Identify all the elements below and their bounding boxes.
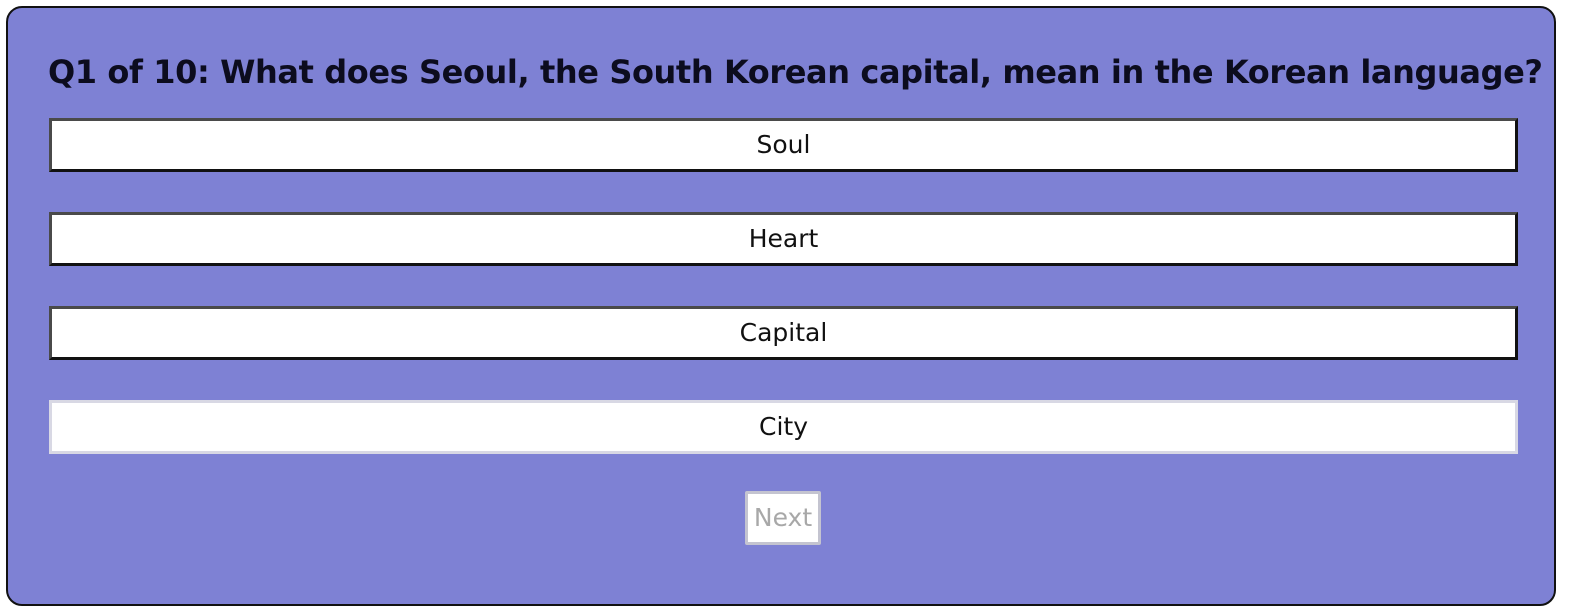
answer-options: Soul Heart Capital City [49,118,1518,494]
question-heading: Q1 of 10: What does Seoul, the South Kor… [48,53,1543,91]
answer-option-soul[interactable]: Soul [49,118,1518,172]
next-button[interactable]: Next [745,491,821,545]
answer-option-heart[interactable]: Heart [49,212,1518,266]
quiz-card: Q1 of 10: What does Seoul, the South Kor… [6,6,1556,606]
answer-option-capital[interactable]: Capital [49,306,1518,360]
answer-option-city[interactable]: City [49,400,1518,454]
